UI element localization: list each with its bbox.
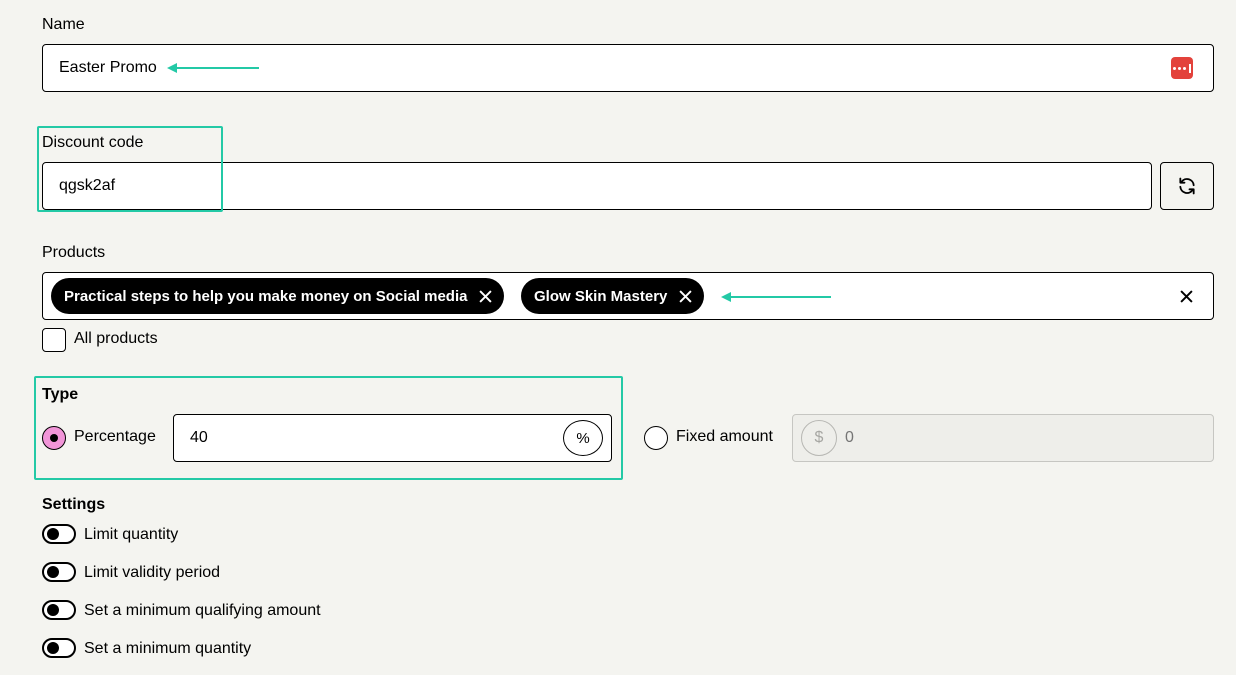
product-chip-label: Glow Skin Mastery xyxy=(534,287,668,305)
fixed-amount-radio[interactable] xyxy=(644,426,668,450)
annotation-highlight-box xyxy=(34,376,623,480)
all-products-label: All products xyxy=(74,330,158,347)
regenerate-code-button[interactable] xyxy=(1160,162,1214,210)
product-chip-label: Practical steps to help you make money o… xyxy=(64,287,468,305)
products-multiselect[interactable]: Practical steps to help you make money o… xyxy=(42,272,1214,320)
annotation-highlight-box xyxy=(37,126,223,212)
products-label: Products xyxy=(42,244,106,261)
annotation-arrow-icon xyxy=(167,63,259,73)
product-chip[interactable]: Glow Skin Mastery xyxy=(521,278,705,314)
currency-symbol: $ xyxy=(801,420,837,456)
fixed-amount-label: Fixed amount xyxy=(676,428,773,445)
remove-chip-close-icon[interactable] xyxy=(679,289,692,303)
fixed-amount-input[interactable] xyxy=(793,415,1213,461)
password-manager-icon[interactable] xyxy=(1171,57,1193,79)
product-chip[interactable]: Practical steps to help you make money o… xyxy=(51,278,505,314)
toggle-label: Set a minimum quantity xyxy=(84,640,252,657)
settings-label: Settings xyxy=(42,496,106,513)
all-products-checkbox[interactable] xyxy=(42,328,66,352)
toggle-label: Set a minimum qualifying amount xyxy=(84,602,321,619)
limit-quantity-toggle[interactable] xyxy=(42,524,76,544)
toggle-label: Limit validity period xyxy=(84,564,221,581)
remove-chip-close-icon[interactable] xyxy=(479,289,493,303)
annotation-arrow-icon xyxy=(721,292,831,302)
minimum-amount-toggle[interactable] xyxy=(42,600,76,620)
clear-products-close-icon[interactable] xyxy=(1180,290,1193,303)
fixed-amount-field[interactable]: $ xyxy=(792,414,1214,462)
discount-form: Name Discount code Products Practical st… xyxy=(0,0,1236,675)
toggle-label: Limit quantity xyxy=(84,526,179,543)
refresh-icon xyxy=(1179,177,1195,195)
minimum-quantity-toggle[interactable] xyxy=(42,638,76,658)
name-label: Name xyxy=(42,16,85,33)
limit-validity-toggle[interactable] xyxy=(42,562,76,582)
